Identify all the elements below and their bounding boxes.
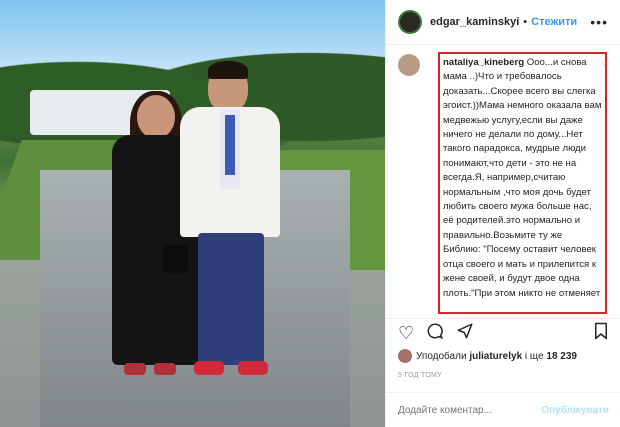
comment-input[interactable] bbox=[398, 404, 542, 416]
publish-button[interactable]: Опублікувати bbox=[541, 405, 609, 416]
add-comment-bar: Опублікувати bbox=[386, 392, 620, 427]
comment-body: nataliya_kineberg Ооо...и снова мама ..)… bbox=[443, 56, 602, 301]
author-username[interactable]: edgar_kaminskyi bbox=[430, 16, 519, 28]
man-shoe-left bbox=[194, 361, 224, 375]
comment-like-heart-icon[interactable]: ♡ bbox=[602, 60, 610, 71]
man-pants bbox=[198, 233, 264, 365]
man-hair bbox=[208, 61, 248, 79]
share-icon[interactable] bbox=[456, 322, 474, 345]
commenter-username[interactable]: nataliya_kineberg bbox=[443, 57, 524, 68]
follow-button[interactable]: Стежити bbox=[531, 16, 577, 28]
commenter-avatar[interactable] bbox=[398, 54, 420, 76]
liker-username[interactable]: juliaturelyk bbox=[469, 351, 522, 362]
bookmark-icon[interactable] bbox=[593, 322, 609, 345]
likes-count[interactable]: 18 239 bbox=[546, 351, 577, 362]
post-timestamp[interactable]: 5 ГОД ТОМУ bbox=[398, 372, 442, 379]
woman-shoe-right bbox=[154, 363, 176, 375]
comment-highlight-box: nataliya_kineberg Ооо...и снова мама ..)… bbox=[438, 52, 607, 314]
photo-man bbox=[180, 61, 280, 385]
comments-section: nataliya_kineberg Ооо...и снова мама ..)… bbox=[398, 52, 612, 314]
man-tie bbox=[225, 115, 235, 175]
header-separator: • bbox=[523, 16, 528, 28]
likes-summary: Уподобали juliaturelyk і ще 18 239 bbox=[398, 349, 577, 363]
post-side-panel: edgar_kaminskyi • Стежити ••• nataliya_k… bbox=[385, 0, 620, 427]
likes-conj: і ще bbox=[524, 350, 544, 362]
woman-shoe-left bbox=[124, 363, 146, 375]
likes-prefix: Уподобали bbox=[416, 350, 467, 362]
comment-text: Ооо...и снова мама ..)Что и требовалось … bbox=[443, 57, 602, 299]
heart-icon[interactable]: ♡ bbox=[398, 323, 414, 344]
post-photo[interactable] bbox=[0, 0, 385, 427]
post-header: edgar_kaminskyi • Стежити ••• bbox=[386, 0, 620, 45]
comment-icon[interactable] bbox=[426, 322, 444, 345]
action-bar: ♡ bbox=[386, 318, 620, 348]
liker-avatar[interactable] bbox=[398, 349, 412, 363]
woman-head bbox=[137, 95, 175, 139]
author-avatar[interactable] bbox=[398, 10, 422, 34]
man-shoe-right bbox=[238, 361, 268, 375]
more-dots-icon[interactable]: ••• bbox=[590, 14, 608, 30]
